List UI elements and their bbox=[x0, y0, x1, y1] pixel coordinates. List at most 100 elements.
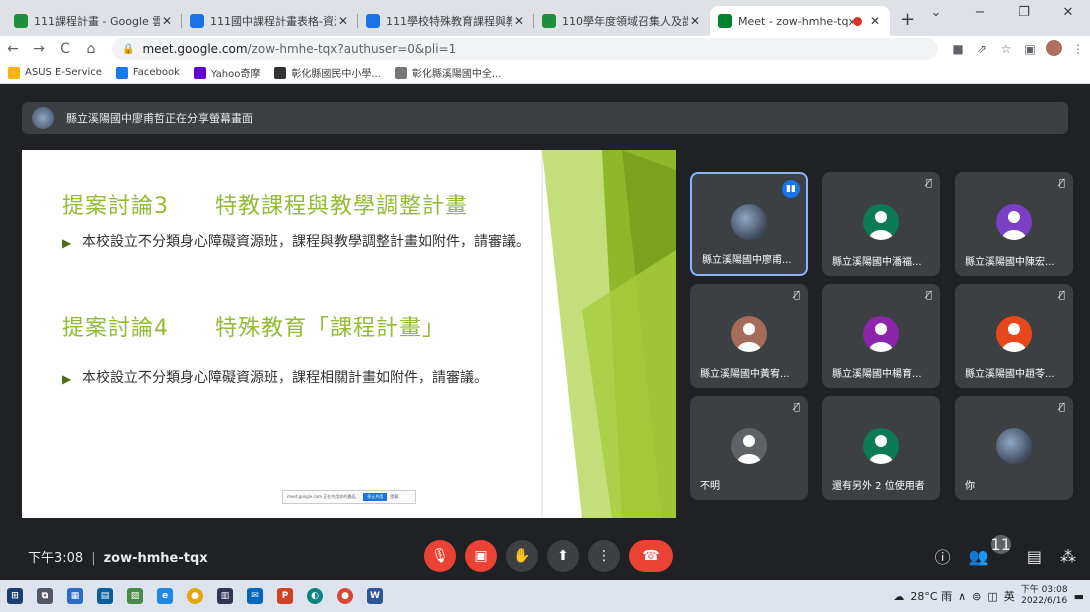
close-tab-icon[interactable]: ✕ bbox=[688, 14, 702, 28]
participant-tile[interactable]: 🎙̸ 縣立溪陽國中楊育... bbox=[822, 284, 940, 388]
close-tab-icon[interactable]: ✕ bbox=[160, 14, 174, 28]
participant-name: 縣立溪陽國中楊育... bbox=[832, 369, 922, 380]
hide-button[interactable]: 隱藏 bbox=[390, 494, 398, 500]
menu-dots-icon[interactable]: ⋮ bbox=[1066, 42, 1090, 56]
participant-tile[interactable]: 🎙̸ 不明 bbox=[690, 396, 808, 500]
word-icon[interactable]: W bbox=[360, 580, 390, 612]
participant-tile[interactable]: 🎙̸ 縣立溪陽國中陳宏... bbox=[955, 172, 1073, 276]
activities-icon[interactable]: ⁂ bbox=[1060, 547, 1076, 566]
camera-icon[interactable]: ■ bbox=[946, 42, 970, 56]
taskview-icon[interactable]: ⧉ bbox=[30, 580, 60, 612]
slide-bullet-1: 本校設立不分類身心障礙資源班，課程與教學調整計畫如附件，請審議。 bbox=[82, 234, 530, 250]
participant-avatar bbox=[863, 315, 899, 352]
stop-sharing-button[interactable]: 停止共用 bbox=[363, 493, 388, 501]
bookmark-label: Yahoo奇摩 bbox=[210, 69, 261, 80]
meeting-code: zow-hmhe-tqx bbox=[103, 550, 208, 566]
more-options-button[interactable]: ⋮ bbox=[588, 540, 620, 572]
participant-name: 縣立溪陽國中趙苓... bbox=[965, 369, 1055, 380]
edge-legacy-icon[interactable]: ▦ bbox=[60, 580, 90, 612]
leave-call-button[interactable]: ☎ bbox=[629, 540, 673, 572]
browser-tab[interactable]: 111國中課程計畫表格-資源班✕ bbox=[182, 6, 358, 36]
bookmark-item[interactable]: 彰化縣溪陽國中全... bbox=[394, 65, 502, 80]
bookmark-item[interactable]: 彰化縣國民中小學... bbox=[274, 65, 381, 80]
weather-text[interactable]: 28°C 雨 bbox=[910, 588, 952, 604]
screen-share-notice: meet.google.com 正在共用你的畫面。 停止共用 隱藏 bbox=[282, 490, 416, 504]
bookmark-label: 彰化縣國民中小學... bbox=[291, 69, 381, 80]
close-tab-icon[interactable]: ✕ bbox=[512, 14, 526, 28]
camera-off-button[interactable]: ▣ bbox=[465, 540, 497, 572]
system-tray: ☁ 28°C 雨 ∧ ⊜ ◫ 英 下午 03:08 2022/6/16 ▬ bbox=[893, 580, 1084, 612]
sheets-icon bbox=[542, 14, 556, 28]
weather-icon: ☁ bbox=[893, 589, 905, 603]
participant-tile[interactable]: ▮▮ 縣立溪陽國中廖甫... bbox=[690, 172, 808, 276]
close-tab-icon[interactable]: ✕ bbox=[336, 14, 350, 28]
chat-icon[interactable]: ▤ bbox=[1027, 547, 1042, 566]
people-icon[interactable]: 👥11 bbox=[969, 534, 1011, 566]
calendar-icon[interactable]: ▥ bbox=[210, 580, 240, 612]
back-icon[interactable]: ← bbox=[0, 41, 26, 57]
share-icon[interactable]: ⇗ bbox=[970, 42, 994, 56]
recording-indicator-icon bbox=[853, 16, 862, 26]
chrome-active-icon[interactable]: ● bbox=[330, 580, 360, 612]
side-controls: ⓘ 👥11 ▤ ⁂ bbox=[935, 534, 1076, 568]
powerpoint-icon[interactable]: P bbox=[270, 580, 300, 612]
network-icon[interactable]: ⊜ bbox=[972, 590, 981, 603]
minimize-icon[interactable]: − bbox=[958, 0, 1002, 30]
bookmarks-bar: ASUS E-Service Facebook Yahoo奇摩 彰化縣國民中小學...… bbox=[0, 62, 1090, 84]
profile-avatar[interactable] bbox=[1042, 39, 1066, 59]
mic-off-button[interactable]: 🎙 bbox=[424, 540, 456, 572]
maximize-icon[interactable]: ❐ bbox=[1002, 0, 1046, 30]
browser-tab[interactable]: 111學校特殊教育課程與教學✕ bbox=[358, 6, 534, 36]
forward-icon[interactable]: → bbox=[26, 41, 52, 57]
tab-title: Meet - zow-hmhe-tqx bbox=[738, 14, 853, 28]
windows-taskbar: ⊞ ⧉ ▦ ▤ ▨ e ● ▥ ✉ P ◐ ● W ☁ 28°C 雨 ∧ ⊜ ◫… bbox=[0, 580, 1090, 612]
participant-tile[interactable]: 🎙̸ 縣立溪陽國中趙苓... bbox=[955, 284, 1073, 388]
browser-tab[interactable]: 111課程計畫 - Google 雲端✕ bbox=[6, 6, 182, 36]
photos-icon[interactable]: ▨ bbox=[120, 580, 150, 612]
slide-bullet-2: 本校設立不分類身心障礙資源班，課程相關計畫如附件，請審議。 bbox=[82, 370, 488, 386]
bookmark-star-icon[interactable]: ☆ bbox=[994, 42, 1018, 56]
bookmark-item[interactable]: Yahoo奇摩 bbox=[193, 65, 261, 80]
meet-stage: 縣立溪陽國中廖甫哲正在分享螢幕畫面 提案討論3 特教課程與教學調整計畫 ▶ 本校… bbox=[0, 84, 1090, 580]
reload-icon[interactable]: C bbox=[52, 41, 78, 57]
url-host: meet.google.com bbox=[142, 42, 248, 56]
volume-icon[interactable]: ◫ bbox=[987, 590, 997, 603]
tab-search-icon[interactable]: ⌄ bbox=[914, 0, 958, 30]
mic-muted-icon: 🎙̸ bbox=[925, 290, 932, 301]
bookmark-item[interactable]: Facebook bbox=[115, 66, 180, 79]
present-screen-button[interactable]: ⬆ bbox=[547, 540, 579, 572]
close-tab-icon[interactable]: ✕ bbox=[868, 14, 882, 28]
meeting-details-icon[interactable]: ⓘ bbox=[935, 544, 951, 568]
raise-hand-button[interactable]: ✋ bbox=[506, 540, 538, 572]
browser-tab[interactable]: Meet - zow-hmhe-tqx ✕ bbox=[710, 6, 890, 36]
clock[interactable]: 下午 03:08 2022/6/16 bbox=[1021, 585, 1068, 607]
drive-icon bbox=[14, 14, 28, 28]
sidepanel-icon[interactable]: ▣ bbox=[1018, 42, 1042, 56]
bookmark-item[interactable]: ASUS E-Service bbox=[8, 66, 102, 79]
close-window-icon[interactable]: ✕ bbox=[1046, 0, 1090, 30]
participant-tile[interactable]: 🎙̸ 縣立溪陽國中潘福... bbox=[822, 172, 940, 276]
participant-tile[interactable]: 還有另外 2 位使用者 bbox=[822, 396, 940, 500]
mail-icon[interactable]: ✉ bbox=[240, 580, 270, 612]
address-bar-row: ← → C ⌂ 🔒 meet.google.com/zow-hmhe-tqx?a… bbox=[0, 36, 1090, 62]
share-notice-text: meet.google.com 正在共用你的畫面。 bbox=[287, 494, 360, 499]
edge-icon[interactable]: ◐ bbox=[300, 580, 330, 612]
calculator-icon[interactable]: ▤ bbox=[90, 580, 120, 612]
bookmark-label: 彰化縣溪陽國中全... bbox=[411, 69, 502, 80]
mic-muted-icon: 🎙̸ bbox=[925, 178, 932, 189]
chrome-icon[interactable]: ● bbox=[180, 580, 210, 612]
clock-time: 下午 03:08 bbox=[1020, 585, 1068, 595]
participant-avatar bbox=[731, 427, 767, 464]
start-icon[interactable]: ⊞ bbox=[0, 580, 30, 612]
notification-icon[interactable]: ▬ bbox=[1074, 590, 1084, 603]
ime-indicator[interactable]: 英 bbox=[1004, 588, 1015, 604]
participant-count-badge: 11 bbox=[990, 534, 1011, 554]
home-icon[interactable]: ⌂ bbox=[78, 41, 104, 57]
browser-tab[interactable]: 110學年度領域召集人及課發✕ bbox=[534, 6, 710, 36]
tray-expand-icon[interactable]: ∧ bbox=[958, 590, 966, 603]
participant-tile[interactable]: 🎙̸ 縣立溪陽國中黃宥... bbox=[690, 284, 808, 388]
slide-heading-2: 提案討論4 特殊教育「課程計畫」 bbox=[62, 316, 445, 341]
url-field[interactable]: 🔒 meet.google.com/zow-hmhe-tqx?authuser=… bbox=[112, 38, 938, 60]
ie-icon[interactable]: e bbox=[150, 580, 180, 612]
participant-tile[interactable]: 🎙̸ 你 bbox=[955, 396, 1073, 500]
